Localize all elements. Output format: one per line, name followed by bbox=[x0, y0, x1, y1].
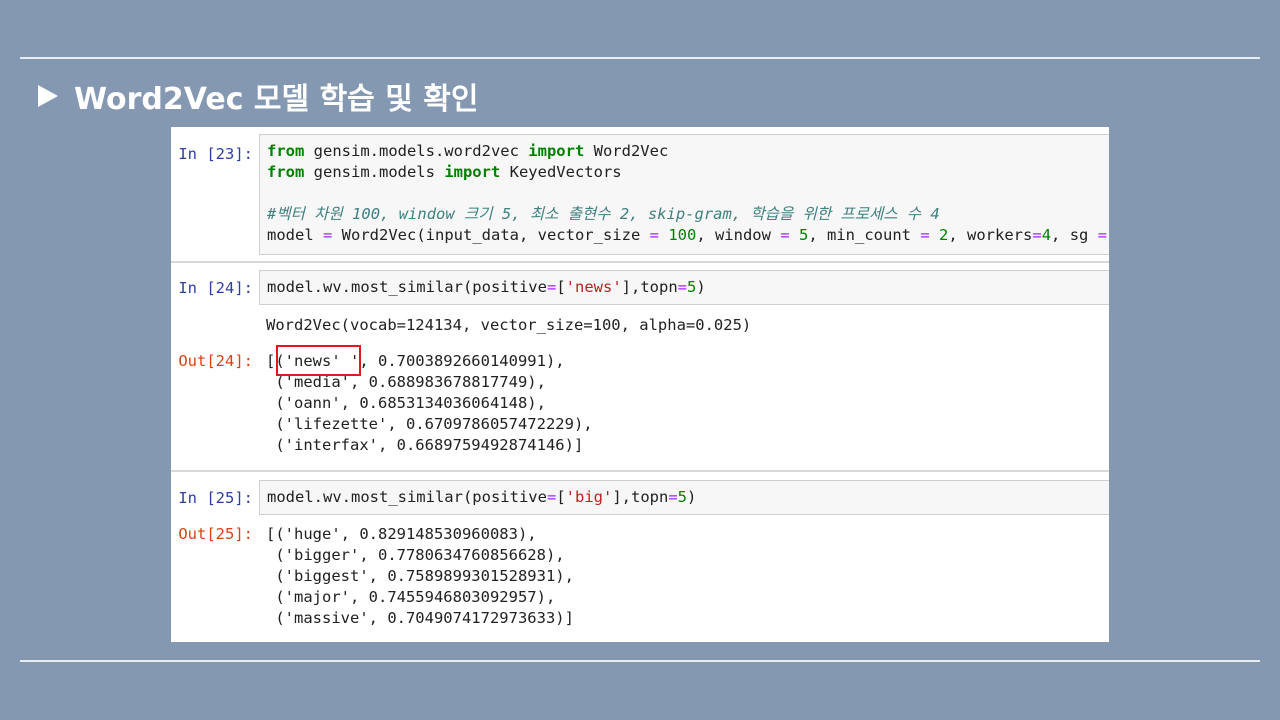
top-rule bbox=[20, 57, 1260, 59]
in-prompt-24: In [24]: bbox=[178, 279, 253, 297]
stdout-text: Word2Vec(vocab=124134, vector_size=100, … bbox=[266, 316, 752, 334]
out-prompt-25: Out[25]: bbox=[178, 525, 253, 543]
code-line: model.wv.most_similar(positive=['news'],… bbox=[267, 278, 706, 296]
slide-title: Word2Vec 모델 학습 및 확인 bbox=[38, 74, 478, 118]
result-line: ('massive', 0.7049074172973633)] bbox=[266, 609, 574, 627]
code-input-25[interactable]: model.wv.most_similar(positive=['big'],t… bbox=[259, 480, 1109, 515]
result-line: ('oann', 0.6853134036064148), bbox=[266, 394, 546, 412]
out-prompt-24: Out[24]: bbox=[178, 352, 253, 370]
code-cell-25[interactable]: In [25]: model.wv.most_similar(positive=… bbox=[171, 472, 1109, 642]
play-triangle-icon bbox=[38, 85, 58, 107]
result-line: ('interfax', 0.6689759492874146)] bbox=[266, 436, 584, 454]
result-line: ('bigger', 0.7780634760856628), bbox=[266, 546, 565, 564]
code-line: model.wv.most_similar(positive=['big'],t… bbox=[267, 488, 697, 506]
code-comment-line: #벡터 차원 100, window 크기 5, 최소 출현수 2, skip-… bbox=[267, 205, 940, 223]
code-input-23[interactable]: from gensim.models.word2vec import Word2… bbox=[259, 134, 1109, 255]
slide-title-text: Word2Vec 모델 학습 및 확인 bbox=[74, 82, 479, 117]
notebook-screenshot: In [23]: from gensim.models.word2vec imp… bbox=[171, 127, 1109, 642]
output-result-25: [('huge', 0.829148530960083), ('bigger',… bbox=[266, 524, 574, 629]
result-line: ('major', 0.7455946803092957), bbox=[266, 588, 556, 606]
code-line: model = Word2Vec(input_data, vector_size… bbox=[267, 226, 1108, 244]
result-line: ('biggest', 0.7589899301528931), bbox=[266, 567, 574, 585]
in-prompt-23: In [23]: bbox=[178, 145, 253, 163]
highlight-box bbox=[276, 345, 361, 376]
code-cell-24[interactable]: In [24]: model.wv.most_similar(positive=… bbox=[171, 263, 1109, 470]
code-line: from gensim.models.word2vec import Word2… bbox=[267, 142, 669, 160]
code-cell-23[interactable]: In [23]: from gensim.models.word2vec imp… bbox=[171, 127, 1109, 261]
bottom-rule bbox=[20, 660, 1260, 662]
result-line: [('huge', 0.829148530960083), bbox=[266, 525, 537, 543]
code-input-24[interactable]: model.wv.most_similar(positive=['news'],… bbox=[259, 270, 1109, 305]
result-line: ('lifezette', 0.6709786057472229), bbox=[266, 415, 593, 433]
in-prompt-25: In [25]: bbox=[178, 489, 253, 507]
code-line: from gensim.models import KeyedVectors bbox=[267, 163, 622, 181]
